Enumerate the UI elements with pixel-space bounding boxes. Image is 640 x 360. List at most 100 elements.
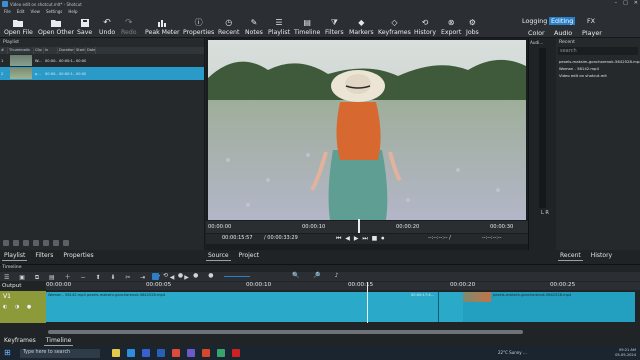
recent-item[interactable]: pexels-maksim-goncharenok-5642528.mp4 [556,58,640,65]
mode-player[interactable]: Player [580,29,604,37]
jobs-button[interactable]: ⚙ Jobs [466,15,479,38]
tab-timeline[interactable]: Timeline [43,336,74,346]
timeline-clip-selected[interactable]: 00:00:17:4... [411,292,463,322]
tab-recent[interactable]: Recent [558,251,583,261]
timeline-clip[interactable]: Woman - 58142.mp4 pexels-maksim-gonchare… [46,292,438,322]
tab-playlist[interactable]: Playlist [2,251,28,261]
video-preview[interactable] [208,40,526,220]
update-icon[interactable] [33,240,39,246]
export-button[interactable]: ⊗ Export [441,15,461,38]
snap-icon[interactable] [152,273,159,280]
recent-item[interactable]: Woman - 58142.mp4 [556,65,640,72]
open-other-button[interactable]: Open Other [38,15,74,38]
timeline-button[interactable]: ▤ Timeline [294,15,320,38]
redo-button[interactable]: ↷ Redo [121,15,137,38]
col-duration[interactable]: Duration [58,47,75,54]
mode-logging[interactable]: Logging [520,17,549,25]
notes-button[interactable]: ✎ Notes [245,15,263,38]
windows-start-icon[interactable]: ⊞ [4,348,11,357]
outlook-icon[interactable] [157,349,165,357]
player-playhead[interactable] [358,219,360,233]
undo-button[interactable]: ↶ Undo [99,15,115,38]
properties-button[interactable]: ⓘ Properties [183,15,214,38]
window-title: Video edit on shotcut.mlt* - Shotcut [10,1,82,7]
explorer-icon[interactable] [112,349,120,357]
add-icon[interactable] [13,240,19,246]
clip-thumbnail [10,55,32,66]
mode-editing[interactable]: Editing [549,17,576,25]
menu-file[interactable]: File [4,9,11,14]
video-frame [208,40,526,220]
playlist-row[interactable]: 1 W... 00:00... 00:00:1... 00:00... [0,54,204,67]
close-icon[interactable]: ✕ [634,0,638,6]
zoom-slider[interactable] [224,276,250,277]
keyframes-button[interactable]: ◇ Keyframes [378,15,411,38]
recent-button[interactable]: ◷ Recent [218,15,239,38]
tab-history[interactable]: History [589,251,614,261]
edge-icon[interactable] [127,349,135,357]
playlist-row[interactable]: 2 p... 00:00... 00:00:1... 00:00... [0,67,204,80]
remove-icon[interactable] [23,240,29,246]
mode-audio[interactable]: Audio [552,29,574,37]
menu-help[interactable]: Help [68,9,77,14]
mode-color[interactable]: Color [526,29,547,37]
peak-meter-button[interactable]: Peak Meter [145,15,180,38]
weather-widget[interactable]: 22°C Sunny ... [498,350,527,355]
timeline-ruler[interactable]: 00:00:00 00:00:05 00:00:10 00:00:15 00:0… [46,282,640,290]
playlist-header: # Thumbnails Clip In Duration Start Date [0,47,204,54]
col-date[interactable]: Date [86,47,96,54]
photos-icon[interactable] [202,349,210,357]
filter-icon: ⧩ [330,17,338,27]
col-in[interactable]: In [44,47,58,54]
audio-channels: L R [541,210,549,216]
recent-item[interactable]: Video edit on shotcut.mlt [556,72,640,79]
save-button[interactable]: Save [77,15,92,38]
app-icon[interactable] [232,349,240,357]
open-file-button[interactable]: Open File [4,15,33,38]
timeline-playhead[interactable] [367,282,368,323]
tab-filters[interactable]: Filters [33,251,55,261]
mode-fx[interactable]: FX [585,17,597,25]
timeline-clip[interactable]: pexels-maksim-goncharenok-5642528.mp4 [463,292,635,322]
transport-icons[interactable]: ⏮ ◀ ▶ ⏭ ■ ⏺ [336,235,385,243]
in-point-timecode: --:--:--:-- / [428,235,451,241]
menu-edit[interactable]: Edit [17,9,25,14]
markers-button[interactable]: ◆ Markers [349,15,374,38]
position-timecode[interactable]: 00:00:15:57 [222,235,253,241]
audio-meter-bars [539,48,546,208]
app-logo-icon [2,1,8,7]
maximize-icon[interactable]: □ [623,0,628,6]
tab-project[interactable]: Project [237,251,262,261]
grid-view-icon[interactable] [53,240,59,246]
timeline-view-icons[interactable]: ⟲ ● ● ● [163,272,217,279]
timeline-scrollbar[interactable] [48,330,523,334]
zoom-icons[interactable]: 🔍 🔎 ♪ [292,272,345,279]
menu-icon[interactable] [3,240,9,246]
shotcut-icon[interactable] [217,349,225,357]
minimize-icon[interactable]: – [615,0,618,6]
recent-tabs: Recent History [558,251,614,261]
col-thumbnails[interactable]: Thumbnails [8,47,34,54]
teams-icon[interactable] [187,349,195,357]
track-toggle-icons[interactable]: ◐ ◑ ● [3,304,34,310]
menu-view[interactable]: View [30,9,40,14]
tile-view-icon[interactable] [63,240,69,246]
playlist-button[interactable]: ☰ Playlist [268,15,290,38]
menu-settings[interactable]: Settings [46,9,62,14]
word-icon[interactable] [142,349,150,357]
col-start[interactable]: Start [75,47,86,54]
recent-search-input[interactable]: search [558,47,638,55]
system-clock[interactable]: 09:21 AM 05-09-2024 [615,348,636,358]
col-clip[interactable]: Clip [34,47,44,54]
player-ruler[interactable]: 00:00:00 00:00:10 00:00:20 00:00:30 [206,219,528,233]
filters-button[interactable]: ⧩ Filters [325,15,344,38]
tab-keyframes[interactable]: Keyframes [2,336,38,346]
list-view-icon[interactable] [43,240,49,246]
history-button[interactable]: ⟲ History [414,15,436,38]
track-header[interactable]: V1 ◐ ◑ ● [0,291,46,323]
taskbar-search[interactable]: Type here to search [20,348,100,358]
col-number[interactable]: # [0,47,8,54]
chrome-icon[interactable] [172,349,180,357]
tab-properties[interactable]: Properties [61,251,95,261]
tab-source[interactable]: Source [206,251,231,261]
